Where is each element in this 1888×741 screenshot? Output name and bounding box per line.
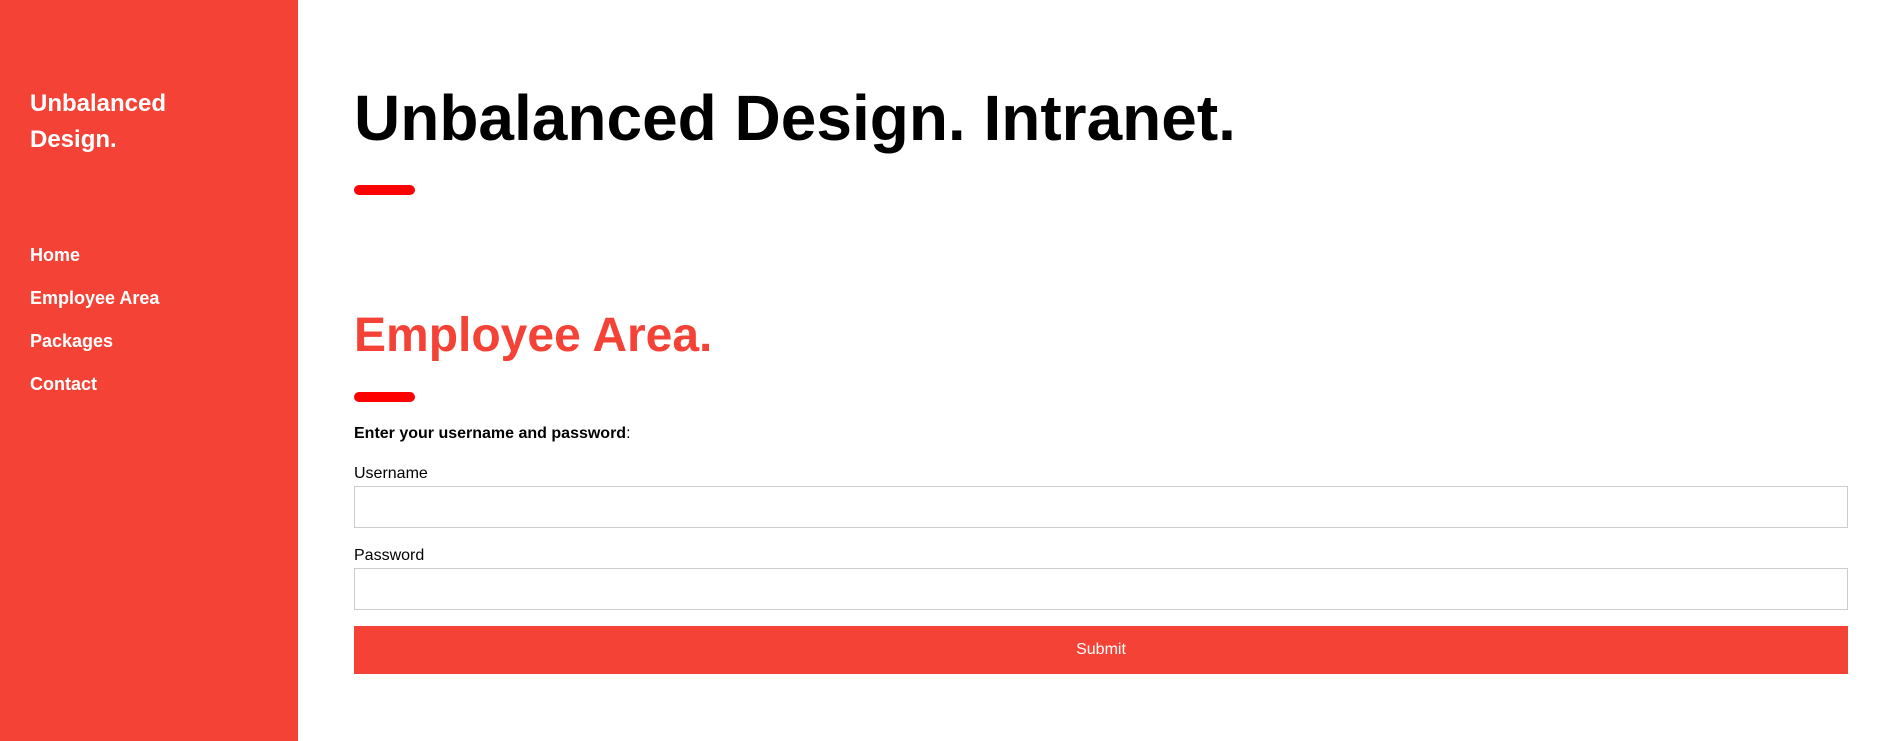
brand-logo-text[interactable]: Unbalanced Design. <box>30 86 250 158</box>
submit-button[interactable]: Submit <box>354 626 1848 674</box>
nav-link-contact[interactable]: Contact <box>30 371 97 397</box>
sidebar: Unbalanced Design. Home Employee Area Pa… <box>0 0 298 741</box>
nav-item-home: Home <box>30 242 159 285</box>
login-instruction-suffix: : <box>626 425 631 442</box>
login-instruction-bold: Enter your username and password <box>354 425 627 442</box>
password-label: Password <box>354 547 425 564</box>
section-divider <box>354 392 415 402</box>
password-input[interactable] <box>354 568 1848 610</box>
nav-link-employee-area[interactable]: Employee Area <box>30 285 159 311</box>
username-label: Username <box>354 465 428 482</box>
nav-link-home[interactable]: Home <box>30 242 80 268</box>
page-title: Unbalanced Design. Intranet. <box>354 82 1236 154</box>
sidebar-nav: Home Employee Area Packages Contact <box>30 242 159 414</box>
nav-item-employee-area: Employee Area <box>30 285 159 328</box>
username-input[interactable] <box>354 486 1848 528</box>
nav-item-contact: Contact <box>30 371 159 414</box>
section-title: Employee Area. <box>354 309 713 362</box>
title-divider <box>354 185 415 195</box>
login-instruction: Enter your username and password: <box>354 424 631 444</box>
nav-link-packages[interactable]: Packages <box>30 328 113 354</box>
nav-item-packages: Packages <box>30 328 159 371</box>
page: Unbalanced Design. Home Employee Area Pa… <box>0 0 1888 741</box>
